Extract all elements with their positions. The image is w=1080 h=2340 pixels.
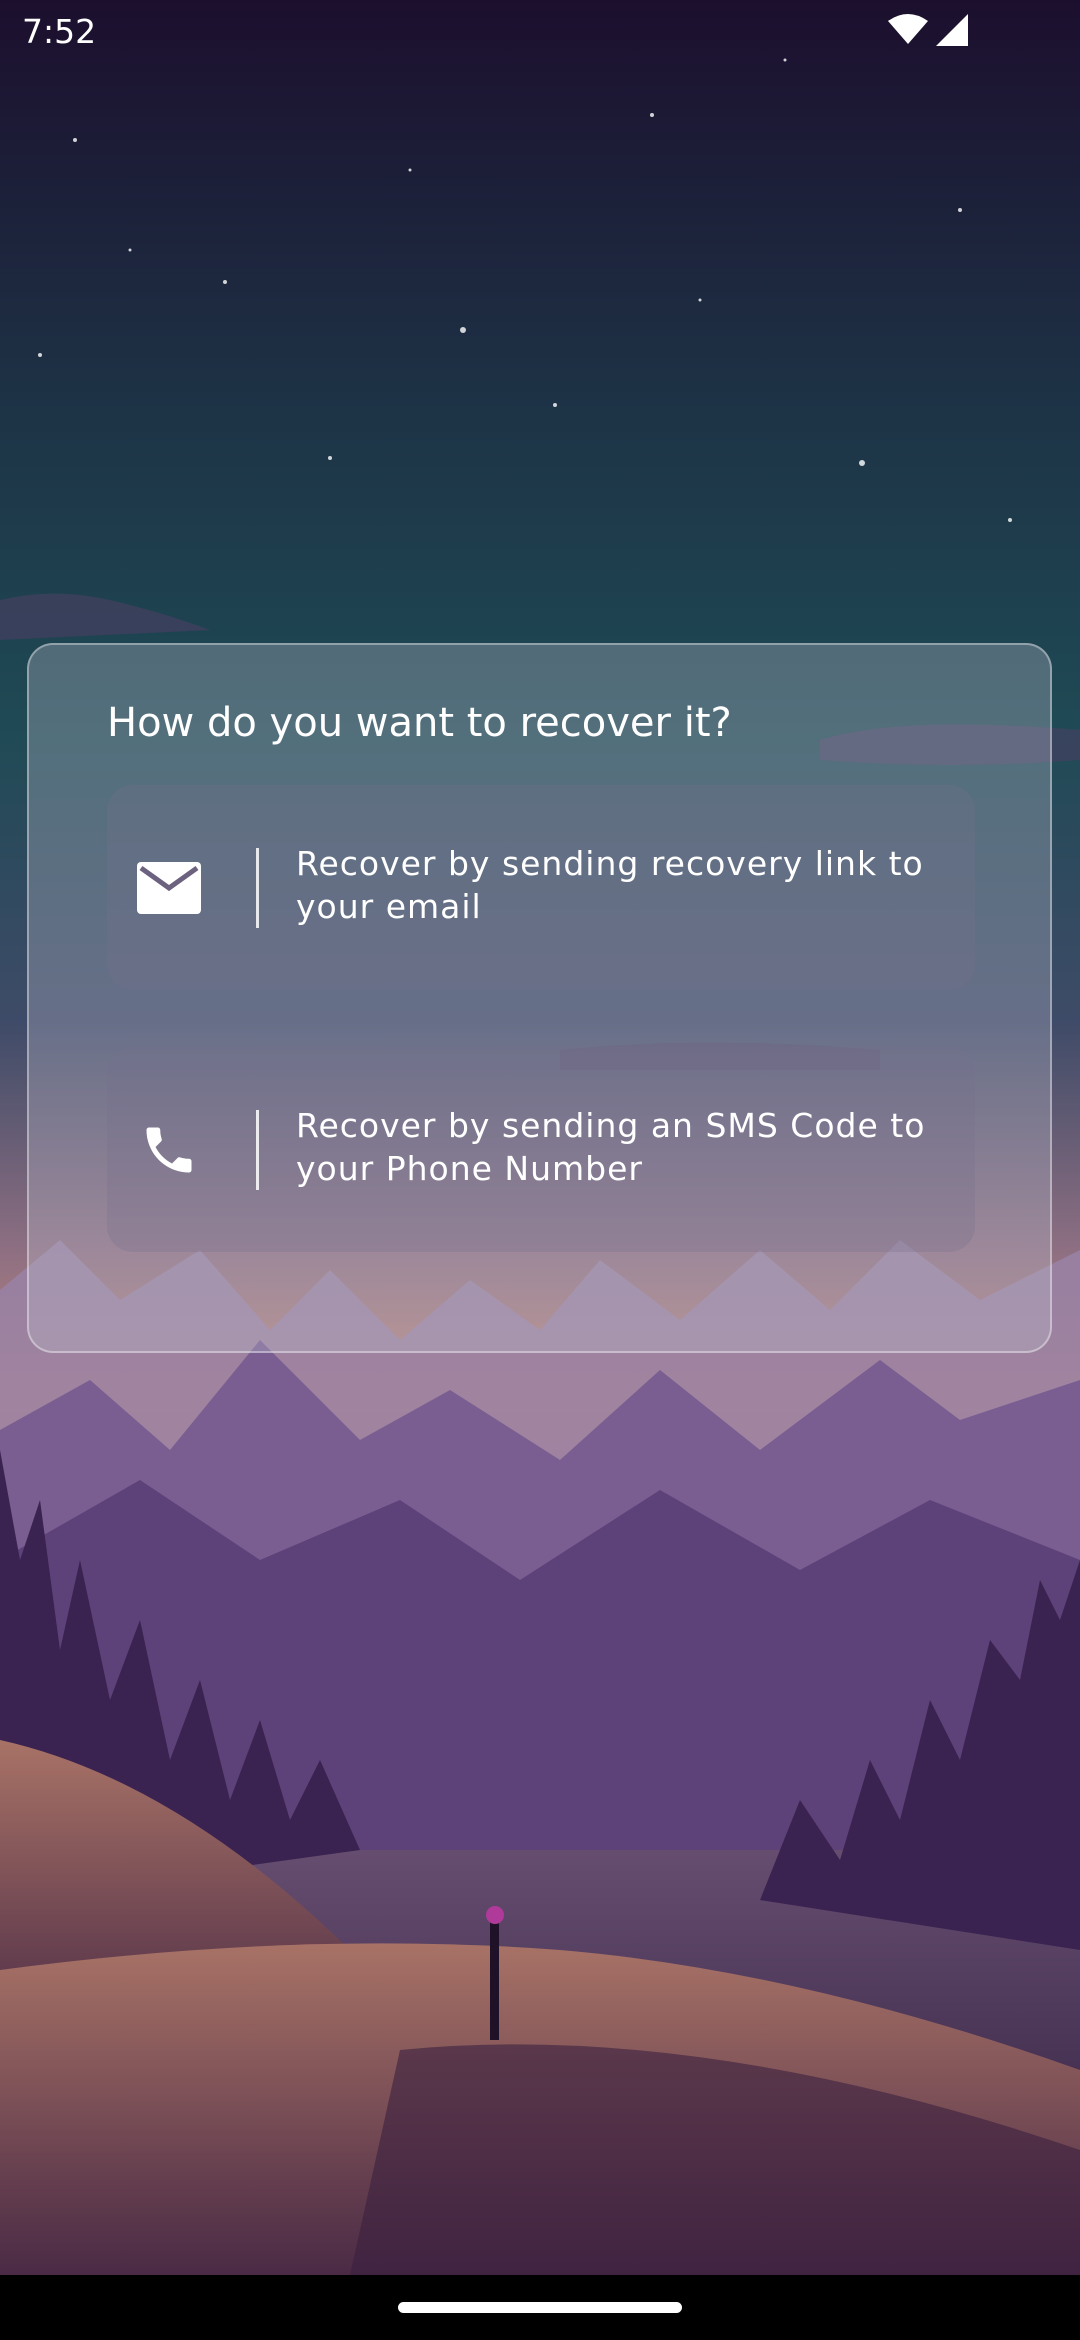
- status-time: 7:52: [22, 12, 97, 51]
- dialog-title: How do you want to recover it?: [107, 700, 732, 746]
- signal-icon: [936, 14, 970, 50]
- recover-by-sms-option[interactable]: Recover by sending an SMS Code to your P…: [107, 1047, 975, 1252]
- phone-icon: [135, 1110, 203, 1190]
- email-option-label: Recover by sending recovery link to your…: [296, 844, 924, 926]
- wifi-icon: [888, 14, 928, 50]
- screen: 7:52 How do you want to recover it? Reco…: [0, 0, 1080, 2340]
- navigation-bar: [0, 2275, 1080, 2340]
- recovery-options-card: How do you want to recover it? Recover b…: [27, 643, 1052, 1353]
- sms-option-label: Recover by sending an SMS Code to your P…: [296, 1106, 926, 1188]
- option-divider: [256, 848, 259, 928]
- status-icons: [888, 14, 970, 50]
- status-bar: 7:52: [0, 0, 1080, 66]
- mail-icon: [135, 848, 203, 928]
- recover-by-email-option[interactable]: Recover by sending recovery link to your…: [107, 785, 975, 990]
- option-divider: [256, 1110, 259, 1190]
- home-indicator[interactable]: [398, 2302, 682, 2313]
